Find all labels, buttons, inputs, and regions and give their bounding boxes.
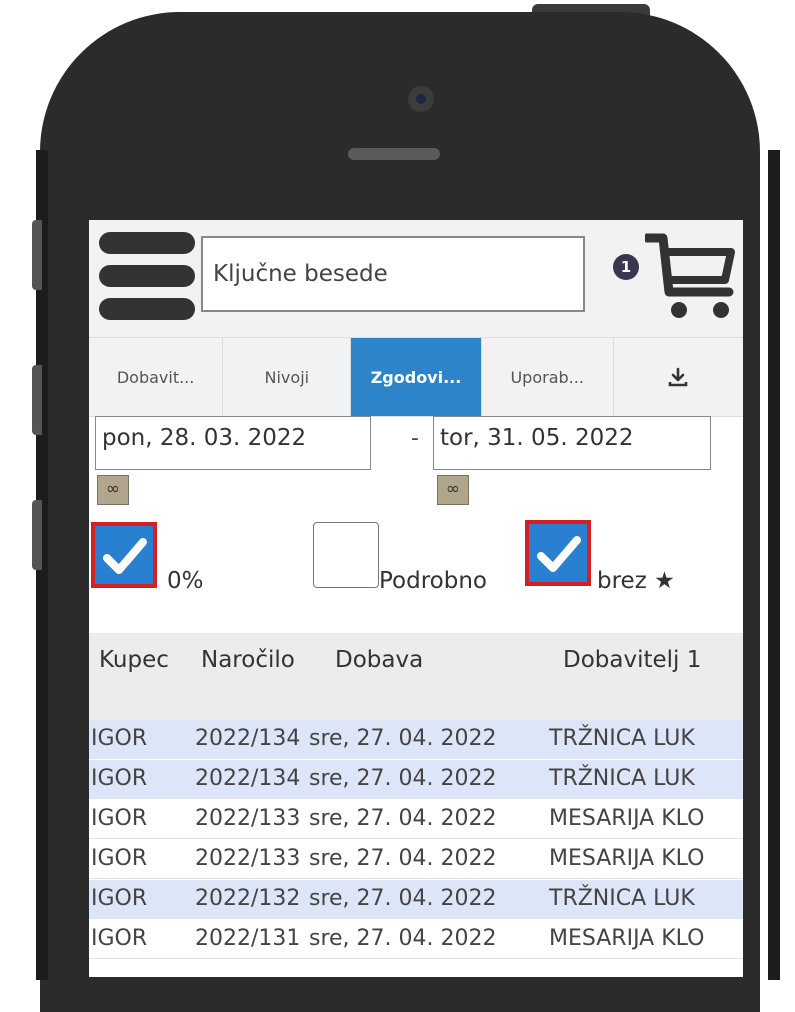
date-to-infinity-button[interactable]: ∞	[437, 475, 469, 505]
date-from-field[interactable]: pon, 28. 03. 2022	[95, 416, 371, 470]
column-header-dobavitelj[interactable]: Dobavitelj 1	[563, 647, 701, 673]
checkmark-icon	[103, 538, 147, 574]
cell-narocilo: 2022/132	[195, 886, 301, 911]
top-bar: 1	[89, 220, 743, 337]
tab-bar: Dobavit... Nivoji Zgodovi... Uporab...	[89, 337, 743, 417]
filter-podrobno-label: Podrobno	[379, 568, 487, 594]
cell-dobava: sre, 27. 04. 2022	[309, 886, 497, 911]
cell-kupec: IGOR	[91, 926, 148, 951]
table-row[interactable]: IGOR 2022/133 sre, 27. 04. 2022 MESARIJA…	[89, 800, 743, 839]
table-header: Kupec Naročilo Dobava Dobavitelj 1	[89, 633, 743, 723]
download-icon	[669, 367, 688, 387]
cell-narocilo: 2022/133	[195, 806, 301, 831]
date-separator: -	[411, 426, 419, 451]
checkmark-icon	[537, 536, 581, 572]
tab-download[interactable]	[614, 338, 743, 416]
table-row[interactable]: IGOR 2022/134 sre, 27. 04. 2022 TRŽNICA …	[89, 760, 743, 799]
cart-icon[interactable]	[642, 230, 735, 322]
filter-0-percent-label: 0%	[167, 568, 204, 594]
cell-dobava: sre, 27. 04. 2022	[309, 846, 497, 871]
cart-count-badge: 1	[613, 254, 639, 280]
tab-nivoji[interactable]: Nivoji	[223, 338, 352, 416]
phone-volume-button	[32, 220, 42, 290]
filter-brez-star-label: brez ★	[597, 568, 675, 594]
cell-dobavitelj: MESARIJA KLO	[549, 926, 705, 951]
table-row[interactable]: IGOR 2022/131 sre, 27. 04. 2022 MESARIJA…	[89, 920, 743, 959]
phone-screen: 1 Dobavit... Nivoji Zgodovi... Uporab...…	[89, 220, 743, 977]
column-header-narocilo[interactable]: Naročilo	[201, 647, 295, 673]
cell-narocilo: 2022/134	[195, 726, 301, 751]
tab-uporabniki[interactable]: Uporab...	[482, 338, 614, 416]
cell-dobavitelj: TRŽNICA LUK	[549, 726, 695, 751]
cell-kupec: IGOR	[91, 806, 148, 831]
table-row[interactable]: IGOR 2022/132 sre, 27. 04. 2022 TRŽNICA …	[89, 880, 743, 919]
date-to-field[interactable]: tor, 31. 05. 2022	[433, 416, 711, 470]
column-header-dobava[interactable]: Dobava	[335, 647, 423, 673]
cell-kupec: IGOR	[91, 766, 148, 791]
cell-narocilo: 2022/131	[195, 926, 301, 951]
cell-dobava: sre, 27. 04. 2022	[309, 926, 497, 951]
cell-dobavitelj: TRŽNICA LUK	[549, 886, 695, 911]
filter-brez-star-checkbox[interactable]	[525, 520, 591, 586]
phone-edge-right	[768, 150, 780, 980]
table-row[interactable]: IGOR 2022/133 sre, 27. 04. 2022 MESARIJA…	[89, 840, 743, 879]
filter-podrobno-checkbox[interactable]	[313, 522, 379, 588]
filter-0-percent-checkbox[interactable]	[91, 522, 157, 588]
search-input[interactable]	[201, 236, 585, 312]
cell-kupec: IGOR	[91, 726, 148, 751]
cell-dobavitelj: TRŽNICA LUK	[549, 766, 695, 791]
speaker-grille	[348, 148, 440, 160]
camera-icon	[408, 86, 434, 112]
cell-kupec: IGOR	[91, 886, 148, 911]
cell-narocilo: 2022/134	[195, 766, 301, 791]
date-from-infinity-button[interactable]: ∞	[97, 475, 129, 505]
cell-dobavitelj: MESARIJA KLO	[549, 806, 705, 831]
phone-volume-button	[32, 500, 42, 570]
menu-icon[interactable]	[99, 232, 199, 322]
tab-zgodovina[interactable]: Zgodovi...	[351, 338, 482, 416]
cell-dobava: sre, 27. 04. 2022	[309, 726, 497, 751]
cell-dobavitelj: MESARIJA KLO	[549, 846, 705, 871]
column-header-kupec[interactable]: Kupec	[99, 647, 169, 673]
tab-dobavitelji[interactable]: Dobavit...	[89, 338, 224, 416]
phone-volume-button	[32, 365, 42, 435]
cell-narocilo: 2022/133	[195, 846, 301, 871]
cell-dobava: sre, 27. 04. 2022	[309, 766, 497, 791]
cell-kupec: IGOR	[91, 846, 148, 871]
table-row[interactable]: IGOR 2022/134 sre, 27. 04. 2022 TRŽNICA …	[89, 720, 743, 759]
cell-dobava: sre, 27. 04. 2022	[309, 806, 497, 831]
